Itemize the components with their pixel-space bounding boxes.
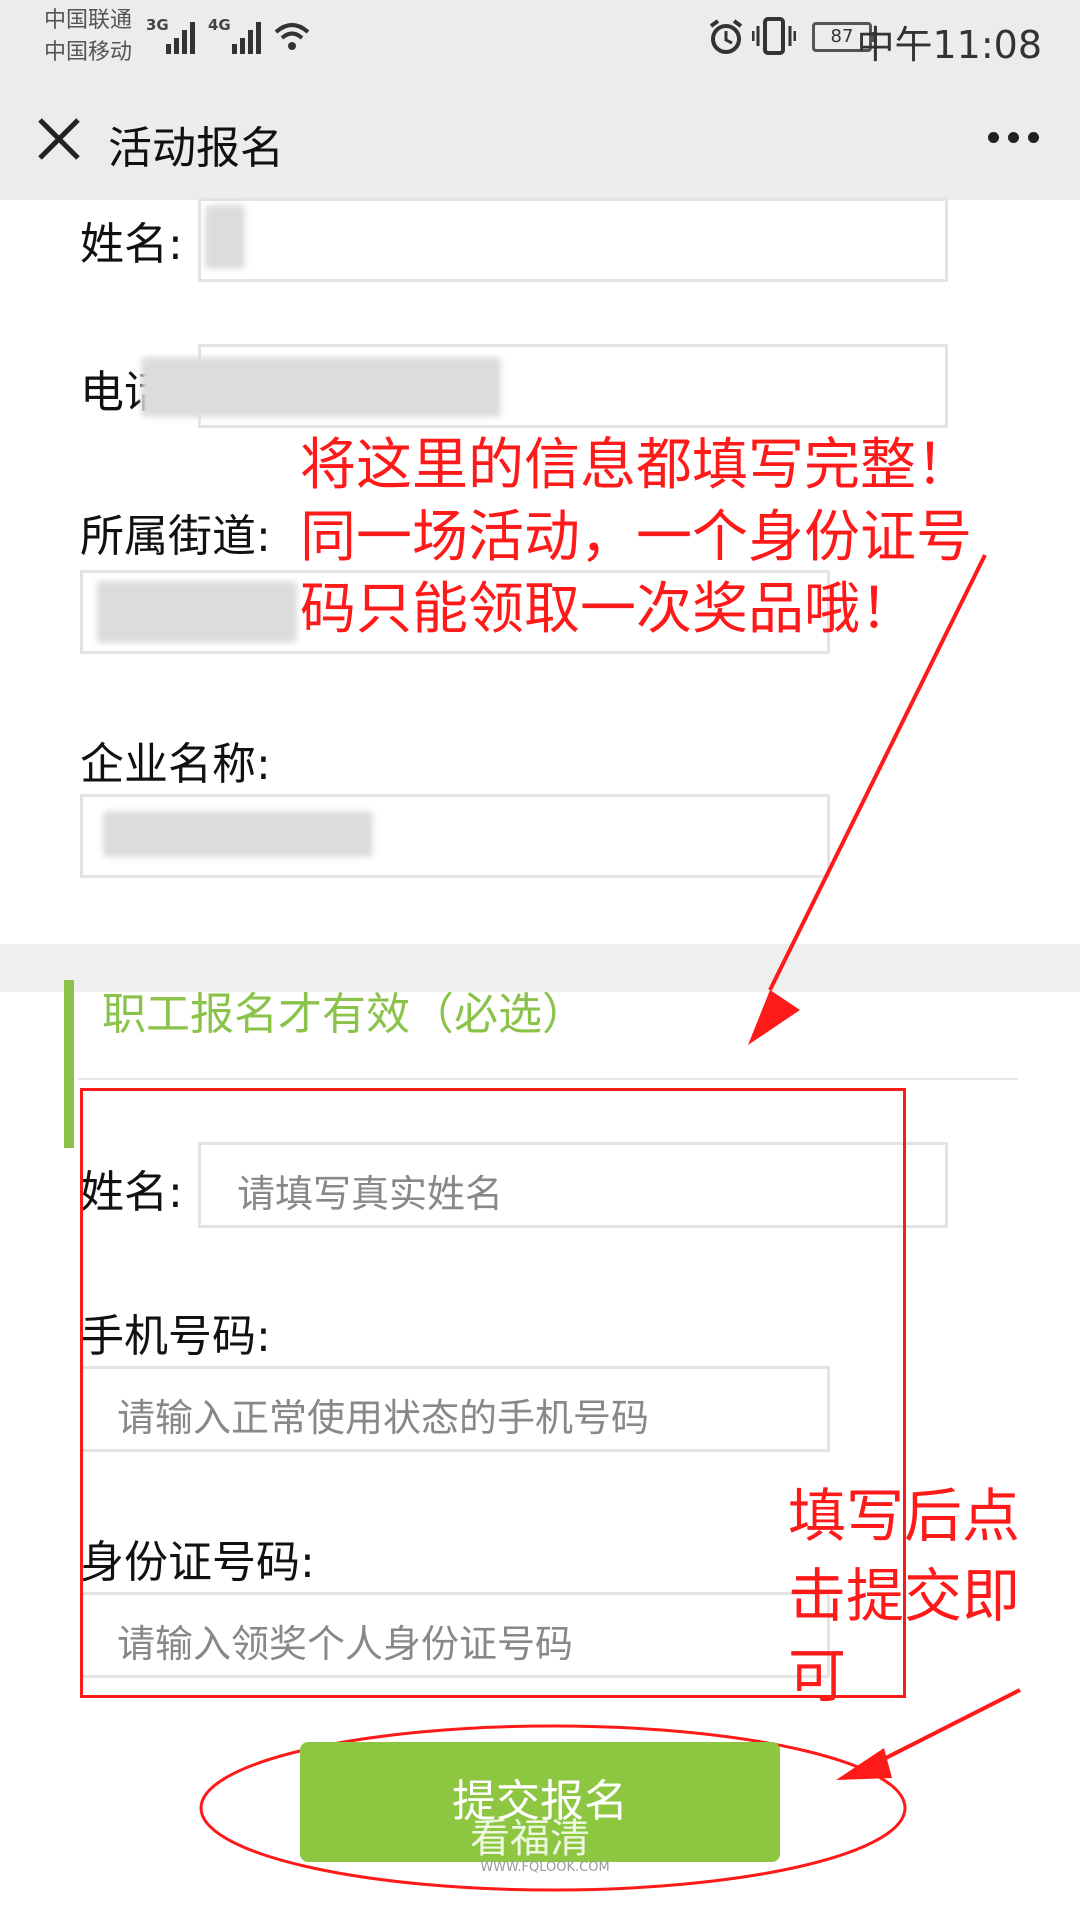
arrow-line-bottom (869, 1688, 1021, 1768)
annotation-arrows (199, 554, 1021, 1892)
watermark-url: WWW.FQLOOK.COM (480, 1860, 610, 1875)
arrowhead-bottom (836, 1748, 892, 1780)
watermark: 看福清 (470, 1816, 590, 1862)
arrowhead-top (748, 990, 800, 1045)
arrow-line-top (768, 554, 987, 991)
